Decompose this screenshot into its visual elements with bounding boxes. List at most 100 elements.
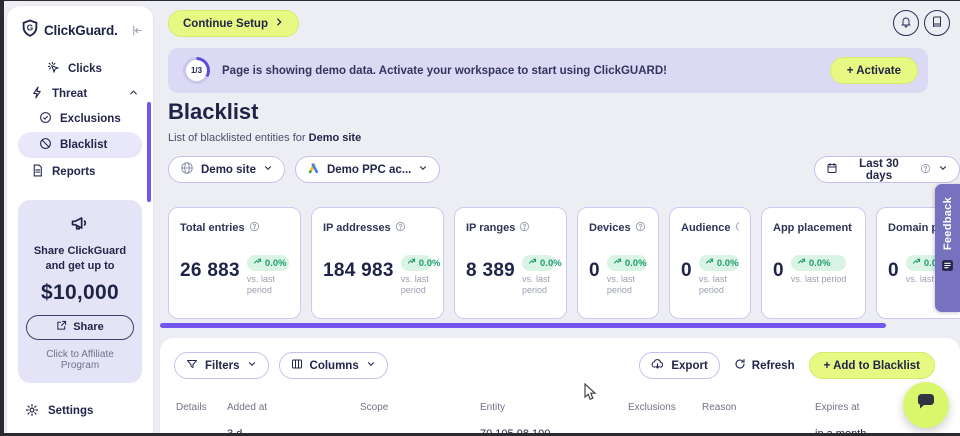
stat-change: 0.0% <box>540 258 562 269</box>
stat-card-ip-addresses: IP addresses 184 983 0.0%vs. last period <box>311 207 444 319</box>
settings-label: Settings <box>48 405 93 417</box>
stat-vs-label: vs. last period <box>699 274 739 297</box>
column-header[interactable]: Added at <box>227 402 267 413</box>
share-button[interactable]: Share <box>26 315 134 340</box>
sidebar-item-label: Clicks <box>68 63 102 75</box>
sidebar-item-threat[interactable]: Threat <box>7 81 153 106</box>
stat-change: 0.0% <box>717 258 739 269</box>
screen: G ClickGuard. Clicks Threat Exclusions <box>0 0 960 436</box>
site-selector[interactable]: Demo site <box>168 156 285 183</box>
stat-value: 26 883 <box>180 261 240 280</box>
ppc-account-value: Demo PPC ac... <box>327 164 411 176</box>
banner-message: Page is showing demo data. Activate your… <box>222 65 667 77</box>
sidebar-item-exclusions[interactable]: Exclusions <box>7 106 153 131</box>
chevron-down-icon <box>418 163 428 176</box>
info-icon[interactable] <box>395 221 406 235</box>
date-range-selector[interactable]: Last 30 days <box>814 156 960 183</box>
stat-vs-label: vs. last period <box>791 274 847 285</box>
scope-selectors: Demo site Demo PPC ac... <box>168 156 440 183</box>
stat-change: 0.0% <box>625 258 647 269</box>
info-icon[interactable] <box>635 221 646 235</box>
column-header[interactable]: Scope <box>360 402 388 413</box>
stat-card-total-entries: Total entries 26 883 0.0%vs. last period <box>168 207 301 319</box>
feedback-icon <box>941 259 954 277</box>
trend-up-icon <box>253 257 262 269</box>
table-toolbar: Filters Columns Export Refresh + Add to … <box>160 338 960 379</box>
blacklist-table-panel: Filters Columns Export Refresh + Add to … <box>160 338 960 433</box>
sidebar-scrollbar[interactable] <box>147 102 151 202</box>
globe-icon <box>180 161 194 178</box>
stat-label: App placement <box>773 222 852 234</box>
stat-value: 0 <box>589 261 600 280</box>
chevron-down-icon <box>938 163 948 176</box>
cell-entity: 70.105.98.100 <box>480 428 550 433</box>
calendar-icon <box>826 162 838 177</box>
clickguard-shield-icon: G <box>21 19 39 42</box>
filters-button[interactable]: Filters <box>174 352 269 379</box>
info-icon[interactable] <box>519 221 530 235</box>
chat-widget-button[interactable] <box>903 382 949 428</box>
sidebar-item-reports[interactable]: Reports <box>7 159 153 184</box>
trend-up-icon <box>528 257 537 269</box>
sidebar-item-blacklist[interactable]: Blacklist <box>18 132 142 158</box>
gear-icon <box>25 403 39 420</box>
chevron-down-icon <box>263 163 273 176</box>
column-header[interactable]: Expires at <box>815 402 859 413</box>
stat-value: 0 <box>681 261 692 280</box>
info-icon[interactable] <box>249 221 260 235</box>
column-header[interactable]: Entity <box>480 402 505 413</box>
stat-value: 8 389 <box>466 261 515 280</box>
sidebar-item-settings[interactable]: Settings <box>7 403 153 420</box>
stat-vs-label: vs. last period <box>522 274 555 297</box>
refresh-icon <box>734 358 746 373</box>
column-header[interactable]: Exclusions <box>628 402 676 413</box>
refresh-button[interactable]: Refresh <box>734 358 795 373</box>
column-header[interactable]: Details <box>176 402 207 413</box>
horizontal-scrollbar[interactable] <box>160 323 886 328</box>
setup-progress-label: 1/3 <box>186 60 207 81</box>
table-header-row: Details Added at Scope Entity Exclusions… <box>160 402 960 416</box>
activate-button[interactable]: + Activate <box>830 57 918 84</box>
app-canvas: G ClickGuard. Clicks Threat Exclusions <box>4 1 960 433</box>
info-icon[interactable] <box>735 221 739 235</box>
stat-vs-label: vs. last period <box>247 274 289 297</box>
affiliate-promo-card[interactable]: Share ClickGuard and get up to $10,000 S… <box>18 200 142 383</box>
column-header[interactable]: Reason <box>702 402 736 413</box>
feedback-tab[interactable]: Feedback <box>935 184 960 312</box>
funnel-icon <box>186 358 198 373</box>
trend-up-icon <box>705 257 714 269</box>
site-selector-value: Demo site <box>201 164 256 176</box>
continue-setup-label: Continue Setup <box>183 18 268 30</box>
docs-button[interactable] <box>924 10 950 36</box>
continue-setup-button[interactable]: Continue Setup <box>168 10 299 37</box>
table-row[interactable]: 3 d 70.105.98.100 in a month <box>160 428 960 433</box>
book-icon <box>931 16 943 31</box>
cursor-click-icon <box>47 61 60 77</box>
sidebar-item-label: Blacklist <box>60 139 107 151</box>
feedback-label: Feedback <box>942 197 954 250</box>
stats-cards-row: Total entries 26 883 0.0%vs. last period… <box>168 207 960 319</box>
google-ads-icon <box>307 162 320 178</box>
chevron-up-icon <box>128 87 139 101</box>
columns-label: Columns <box>310 360 359 372</box>
promo-text: Share ClickGuard and get up to <box>26 244 134 274</box>
promo-footer: Click to Affiliate Program <box>26 349 134 371</box>
add-to-blacklist-button[interactable]: + Add to Blacklist <box>809 352 935 379</box>
trend-up-icon <box>407 257 416 269</box>
trend-up-icon <box>912 257 921 269</box>
sidebar-nav: Clicks Threat Exclusions Blacklist Repor… <box>7 56 153 184</box>
sidebar-item-clicks[interactable]: Clicks <box>7 56 153 81</box>
export-button[interactable]: Export <box>639 352 719 379</box>
bell-icon <box>900 16 912 31</box>
share-button-label: Share <box>73 321 104 333</box>
help-icon <box>920 163 931 177</box>
sidebar: G ClickGuard. Clicks Threat Exclusions <box>6 5 154 433</box>
notifications-button[interactable] <box>893 10 919 36</box>
collapse-sidebar-icon[interactable] <box>130 24 143 37</box>
page-subtitle: List of blacklisted entities for Demo si… <box>168 132 361 144</box>
stat-value: 184 983 <box>323 261 394 280</box>
ppc-account-selector[interactable]: Demo PPC ac... <box>295 156 440 183</box>
chevron-right-icon <box>274 17 284 30</box>
columns-button[interactable]: Columns <box>279 352 388 379</box>
subtitle-prefix: List of blacklisted entities for <box>168 132 306 144</box>
